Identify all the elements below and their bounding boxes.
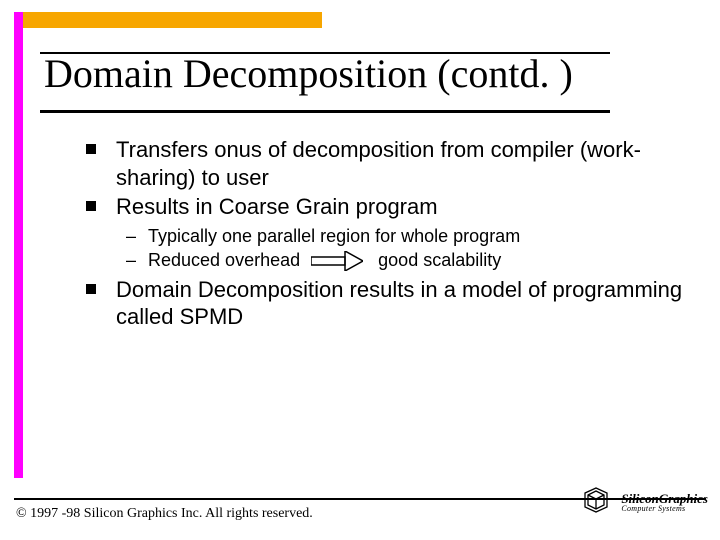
sub-bullet-2a-text: Reduced overhead: [148, 250, 300, 270]
left-accent-stripe: [14, 12, 23, 478]
top-accent-bar: [22, 12, 322, 28]
sub-bullet-1-text: Typically one parallel region for whole …: [148, 226, 520, 246]
logo-text-line2: Computer Systems: [621, 505, 708, 513]
sub-bullets: –Typically one parallel region for whole…: [126, 225, 684, 272]
sgi-cube-icon: [581, 485, 611, 520]
copyright-text: © 1997 -98 Silicon Graphics Inc. All rig…: [16, 506, 313, 522]
sub-bullet-2: –Reduced overhead good scalability: [126, 249, 684, 272]
bullet-3: Domain Decomposition results in a model …: [84, 276, 684, 331]
slide-body: Transfers onus of decomposition from com…: [84, 136, 684, 333]
sub-bullet-1: –Typically one parallel region for whole…: [126, 225, 684, 248]
bullet-2: Results in Coarse Grain program: [84, 193, 684, 221]
slide-title: Domain Decomposition (contd. ): [44, 54, 573, 94]
sub-bullet-2b-text: good scalability: [378, 250, 501, 270]
arrow-right-icon: [311, 251, 363, 271]
dash-icon: –: [126, 225, 148, 248]
dash-icon: –: [126, 249, 148, 272]
bullet-1: Transfers onus of decomposition from com…: [84, 136, 684, 191]
title-rule-bottom: [40, 110, 610, 113]
sgi-logo: SiliconGraphics Computer Systems: [581, 485, 708, 520]
